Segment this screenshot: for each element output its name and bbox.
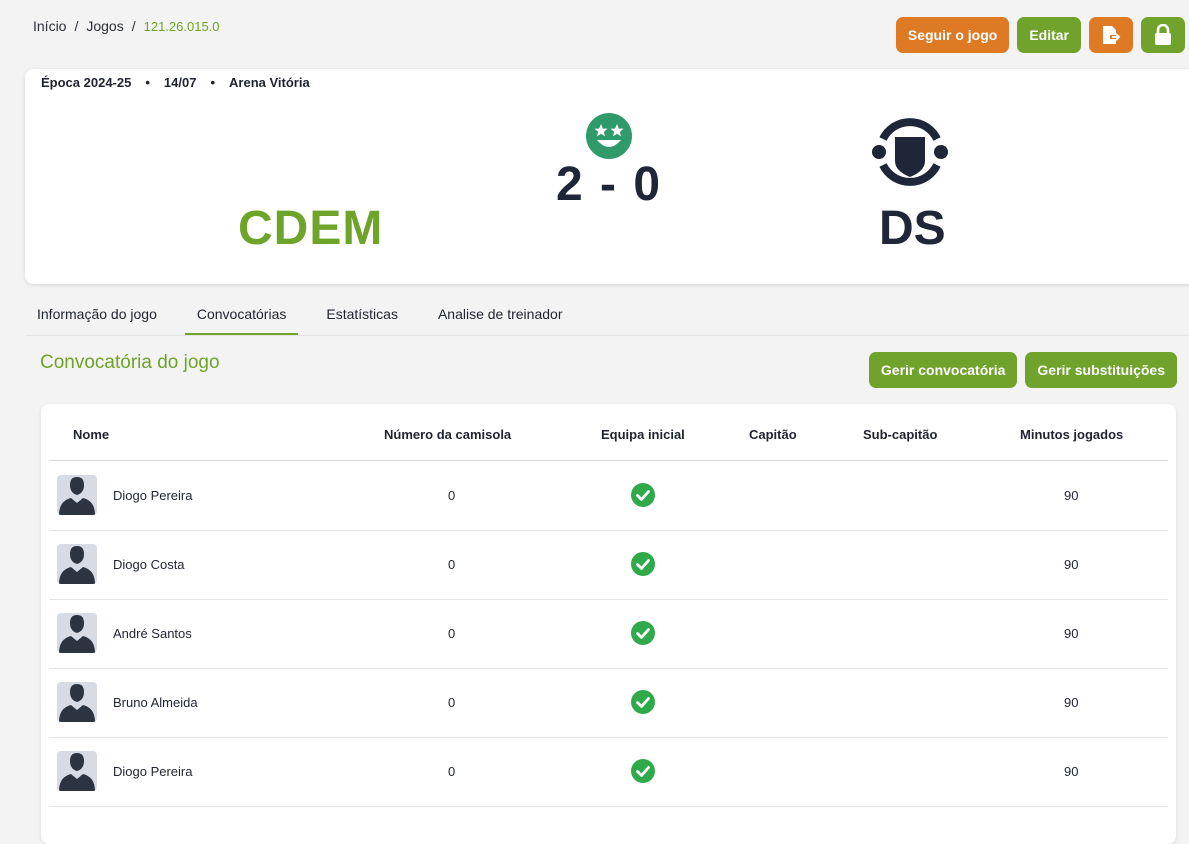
match-meta: Época 2024-25 • 14/07 • Arena Vitória (41, 75, 310, 90)
minutes-played: 90 (1064, 626, 1079, 641)
match-date: 14/07 (163, 75, 197, 90)
minutes-played: 90 (1064, 764, 1079, 779)
avatar (57, 682, 97, 722)
col-name: Nome (73, 427, 110, 442)
col-shirt-number: Número da camisola (384, 427, 512, 442)
check-circle-icon (631, 690, 655, 714)
shirt-number: 0 (448, 695, 456, 710)
table-row[interactable]: André Santos 0 90 (49, 599, 1168, 669)
col-vice-captain: Sub-capitão (863, 427, 938, 442)
lock-icon (1155, 24, 1171, 45)
person-silhouette-icon (59, 477, 95, 515)
match-season: Época 2024-25 (41, 75, 132, 90)
avatar (57, 751, 97, 791)
person-silhouette-icon (59, 615, 95, 653)
minutes-played: 90 (1064, 557, 1079, 572)
tab-statistics[interactable]: Estatísticas (314, 297, 410, 335)
person-silhouette-icon (59, 684, 95, 722)
player-name[interactable]: Diogo Costa (113, 557, 185, 572)
header-actions: Seguir o jogo Editar (895, 17, 1185, 53)
col-minutes: Minutos jogados (1020, 427, 1124, 442)
breadcrumb-games[interactable]: Jogos (86, 18, 123, 34)
avatar (57, 613, 97, 653)
manage-callup-button[interactable]: Gerir convocatória (868, 352, 1018, 388)
avatar (57, 544, 97, 584)
shirt-number: 0 (448, 557, 456, 572)
shirt-number: 0 (448, 626, 456, 641)
col-starter: Equipa inicial (601, 427, 685, 442)
tab-bar: Informação do jogo Convocatórias Estatís… (25, 297, 1189, 336)
person-silhouette-icon (59, 753, 95, 791)
check-circle-icon (631, 483, 655, 507)
match-venue: Arena Vitória (229, 75, 310, 90)
shirt-number: 0 (448, 488, 456, 503)
table-row[interactable]: Diogo Pereira 0 90 (49, 737, 1168, 807)
check-circle-icon (631, 759, 655, 783)
minutes-played: 90 (1064, 695, 1079, 710)
lock-button[interactable] (1141, 17, 1185, 53)
export-icon (1103, 26, 1121, 44)
tab-callups[interactable]: Convocatórias (184, 297, 299, 335)
export-button[interactable] (1089, 17, 1133, 53)
away-team-name: DS (879, 202, 946, 255)
match-score: 2 - 0 (556, 158, 663, 211)
star-eyes-face-icon (586, 113, 632, 159)
player-name[interactable]: Bruno Almeida (113, 695, 198, 710)
edit-button[interactable]: Editar (1017, 17, 1081, 53)
table-row[interactable]: Diogo Pereira 0 90 (49, 461, 1168, 531)
tab-game-info[interactable]: Informação do jogo (25, 297, 169, 335)
away-team-crest-icon (872, 118, 948, 186)
breadcrumb-home[interactable]: Início (33, 18, 66, 34)
breadcrumb: Início / Jogos/121.26.015.0 (33, 18, 220, 34)
manage-subs-button[interactable]: Gerir substituições (1025, 352, 1177, 388)
check-circle-icon (631, 621, 655, 645)
home-team-name: CDEM (238, 202, 384, 255)
col-captain: Capitão (749, 427, 797, 442)
check-circle-icon (631, 552, 655, 576)
follow-game-button[interactable]: Seguir o jogo (895, 17, 1010, 53)
section-title: Convocatória do jogo (40, 352, 220, 373)
squad-table: Nome Número da camisola Equipa inicial C… (41, 404, 1176, 844)
player-name[interactable]: André Santos (113, 626, 192, 641)
shirt-number: 0 (448, 764, 456, 779)
person-silhouette-icon (59, 546, 95, 584)
tab-coach-analysis[interactable]: Analise de treinador (426, 297, 575, 335)
minutes-played: 90 (1064, 488, 1079, 503)
table-header: Nome Número da camisola Equipa inicial C… (49, 404, 1168, 461)
player-name[interactable]: Diogo Pereira (113, 764, 193, 779)
section-actions: Gerir convocatória Gerir substituições (868, 352, 1177, 388)
table-row[interactable]: Bruno Almeida 0 90 (49, 668, 1168, 738)
match-card: Época 2024-25 • 14/07 • Arena Vitória 2 - 0 … (25, 69, 1189, 284)
avatar (57, 475, 97, 515)
breadcrumb-current: 121.26.015.0 (143, 19, 220, 34)
table-row[interactable]: Diogo Costa 0 90 (49, 530, 1168, 600)
player-name[interactable]: Diogo Pereira (113, 488, 193, 503)
